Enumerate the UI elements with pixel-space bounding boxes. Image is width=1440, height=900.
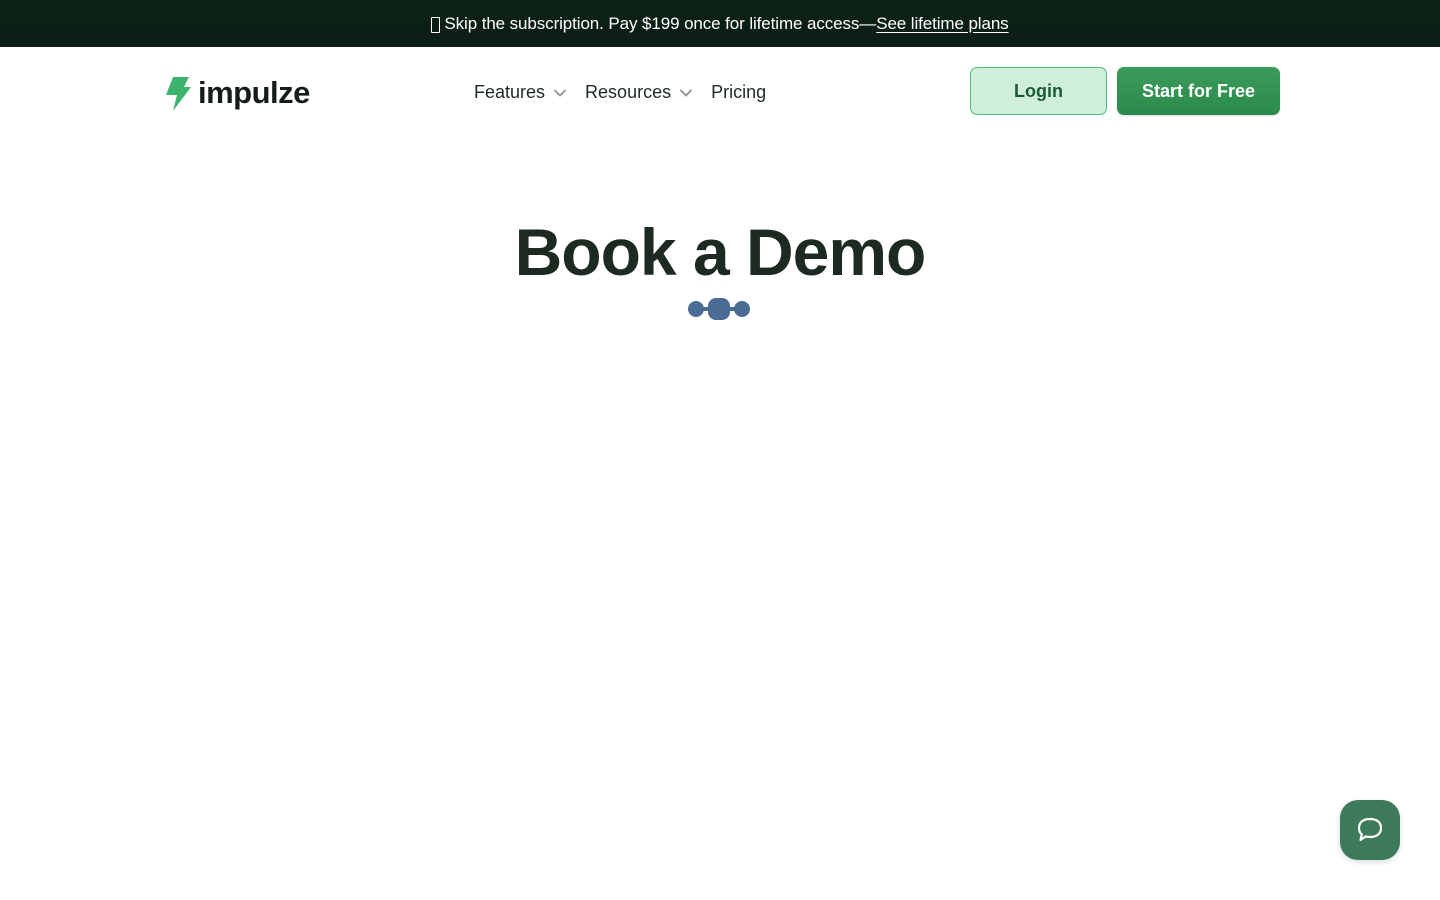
chevron-down-icon <box>680 89 692 97</box>
page-title: Book a Demo <box>514 215 927 289</box>
nav-features[interactable]: Features <box>474 82 566 103</box>
nav-resources[interactable]: Resources <box>585 82 692 103</box>
nav-features-label: Features <box>474 82 546 102</box>
site-header: impulze Features Resources Pricing Login… <box>0 47 1440 137</box>
lightning-bolt-icon <box>166 77 191 111</box>
chat-bubble-icon <box>1357 817 1383 842</box>
missing-glyph-icon <box>431 16 441 33</box>
login-button[interactable]: Login <box>970 67 1107 115</box>
nav-pricing-label: Pricing <box>711 82 767 102</box>
chevron-down-icon <box>554 89 566 97</box>
loading-dots-icon <box>688 298 750 320</box>
start-for-free-button[interactable]: Start for Free <box>1117 67 1280 115</box>
lifetime-plans-link[interactable]: See lifetime plans <box>876 14 1008 34</box>
nav-resources-label: Resources <box>585 82 672 102</box>
brand-name: impulze <box>198 75 310 110</box>
promo-text: Skip the subscription. Pay $199 once for… <box>444 13 877 33</box>
chat-launcher-button[interactable] <box>1340 800 1400 860</box>
nav-pricing[interactable]: Pricing <box>711 82 766 103</box>
promo-banner: Skip the subscription. Pay $199 once for… <box>0 0 1440 47</box>
main-nav: Features Resources Pricing <box>474 82 766 103</box>
brand-logo[interactable]: impulze <box>164 74 310 114</box>
